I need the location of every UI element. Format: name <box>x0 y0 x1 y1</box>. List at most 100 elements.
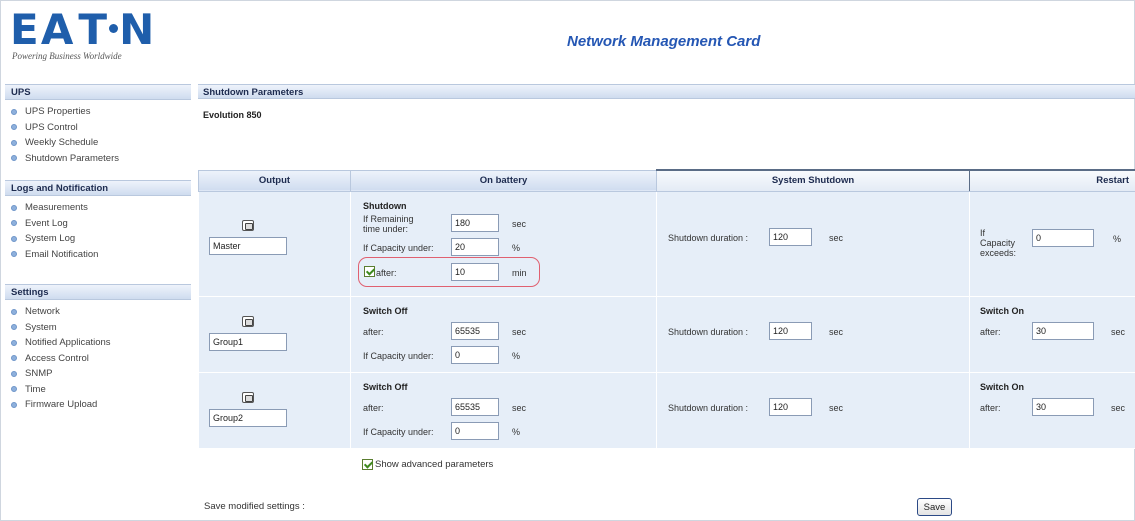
nav-item-weekly-schedule[interactable]: Weekly Schedule <box>5 135 191 151</box>
bullet-icon <box>11 235 17 242</box>
capacity-exceeds-input[interactable] <box>1032 228 1094 247</box>
table-row: Shutdown If Remaining time under: sec If… <box>198 190 1135 297</box>
remaining-time-input[interactable] <box>451 213 499 232</box>
restart-after-input[interactable] <box>1032 397 1094 416</box>
capacity-under-unit: % <box>512 350 521 361</box>
nav-item-firmware-upload[interactable]: Firmware Upload <box>5 397 191 413</box>
restart-after-label: after: <box>980 402 1001 413</box>
output-name-input[interactable] <box>209 332 287 351</box>
nav-item-system-log[interactable]: System Log <box>5 231 191 247</box>
section-title: Shutdown Parameters <box>198 84 1135 99</box>
save-button[interactable]: Save <box>917 498 952 516</box>
sidebar: UPS UPS Properties UPS Control Weekly Sc… <box>5 84 191 427</box>
restart-mode-title: Switch On <box>980 381 1025 392</box>
capacity-under-input[interactable] <box>451 345 499 364</box>
advanced-parameters-toggle[interactable]: Show advanced parameters <box>362 459 493 470</box>
nav-head-ups: UPS <box>5 84 191 100</box>
restart-after-unit: sec <box>1111 326 1126 337</box>
nav-section-logs: Logs and Notification Measurements Event… <box>5 180 191 262</box>
nav-item-time[interactable]: Time <box>5 382 191 398</box>
shutdown-duration-label: Shutdown duration : <box>668 402 749 413</box>
column-header-output: Output <box>198 169 351 192</box>
capacity-under-unit: % <box>512 426 521 437</box>
eaton-logo: E A TN Powering Business Worldwide <box>10 7 170 67</box>
capacity-under-input[interactable] <box>451 237 499 256</box>
restart-after-label: after: <box>980 326 1001 337</box>
column-header-on-battery: On battery <box>350 169 657 192</box>
shutdown-duration-unit: sec <box>829 326 844 337</box>
column-header-system-shutdown[interactable]: System Shutdown <box>656 169 970 192</box>
logo-wordmark: E A TN <box>10 5 156 54</box>
remaining-time-label: If Remaining time under: <box>363 213 414 234</box>
outlet-icon <box>242 391 254 403</box>
ups-model: Evolution 850 <box>203 110 262 120</box>
nav-item-access-control[interactable]: Access Control <box>5 351 191 367</box>
bullet-icon <box>11 220 17 227</box>
bullet-icon <box>11 155 17 162</box>
shutdown-duration-label: Shutdown duration : <box>668 232 749 243</box>
bullet-icon <box>11 386 17 393</box>
bullet-icon <box>11 108 17 115</box>
shutdown-duration-input[interactable] <box>769 397 812 416</box>
bullet-icon <box>11 308 17 315</box>
capacity-under-input[interactable] <box>451 421 499 440</box>
after-label: after: <box>363 326 384 337</box>
capacity-under-unit: % <box>512 242 521 253</box>
restart-mode-title: Switch On <box>980 305 1025 316</box>
bullet-icon <box>11 370 17 377</box>
advanced-parameters-label: Show advanced parameters <box>375 459 494 470</box>
capacity-under-label: If Capacity under: <box>363 350 434 361</box>
after-label: after: <box>376 267 397 278</box>
table-row: Switch Off after: sec If Capacity under:… <box>198 295 1135 373</box>
save-settings-label: Save modified settings : <box>204 501 305 512</box>
nav-item-email-notification[interactable]: Email Notification <box>5 247 191 263</box>
shutdown-duration-input[interactable] <box>769 227 812 246</box>
outlet-icon <box>242 315 254 327</box>
bullet-icon <box>11 124 17 131</box>
after-label: after: <box>363 402 384 413</box>
nav-head-settings: Settings <box>5 284 191 300</box>
nav-section-settings: Settings Network System Notified Applica… <box>5 284 191 413</box>
battery-mode-title: Shutdown <box>363 200 407 211</box>
battery-mode-title: Switch Off <box>363 305 408 316</box>
bullet-icon <box>11 355 17 362</box>
after-unit: sec <box>512 326 527 337</box>
nav-item-snmp[interactable]: SNMP <box>5 366 191 382</box>
shutdown-duration-unit: sec <box>829 232 844 243</box>
nav-item-system[interactable]: System <box>5 320 191 336</box>
restart-after-input[interactable] <box>1032 321 1094 340</box>
after-input[interactable] <box>451 321 499 340</box>
main-panel: Shutdown Parameters Evolution 850 Output… <box>198 84 1135 516</box>
nav-item-measurements[interactable]: Measurements <box>5 200 191 216</box>
bullet-icon <box>11 324 17 331</box>
column-header-restart[interactable]: Restart <box>969 169 1135 192</box>
capacity-exceeds-label: If Capacity exceeds: <box>980 227 1017 258</box>
output-name-input[interactable] <box>209 236 287 255</box>
shutdown-duration-unit: sec <box>829 402 844 413</box>
capacity-exceeds-unit: % <box>1113 233 1122 244</box>
bullet-icon <box>11 139 17 146</box>
output-name-input[interactable] <box>209 408 287 427</box>
nav-item-event-log[interactable]: Event Log <box>5 216 191 232</box>
nav-item-ups-properties[interactable]: UPS Properties <box>5 104 191 120</box>
shutdown-duration-label: Shutdown duration : <box>668 326 749 337</box>
after-checkbox[interactable] <box>364 265 375 277</box>
bullet-icon <box>11 339 17 346</box>
bullet-icon <box>11 204 17 211</box>
nav-item-network[interactable]: Network <box>5 304 191 320</box>
after-unit: sec <box>512 402 527 413</box>
shutdown-duration-input[interactable] <box>769 321 812 340</box>
nav-head-logs: Logs and Notification <box>5 180 191 196</box>
after-input[interactable] <box>451 262 499 281</box>
bullet-icon <box>11 401 17 408</box>
after-unit: min <box>512 267 527 278</box>
outlet-icon <box>242 219 254 231</box>
capacity-under-label: If Capacity under: <box>363 426 434 437</box>
advanced-parameters-checkbox[interactable] <box>362 459 373 470</box>
capacity-under-label: If Capacity under: <box>363 242 434 253</box>
nav-item-notified-applications[interactable]: Notified Applications <box>5 335 191 351</box>
after-input[interactable] <box>451 397 499 416</box>
shutdown-table: Output On battery System Shutdown Restar… <box>198 169 1135 449</box>
nav-item-shutdown-parameters[interactable]: Shutdown Parameters <box>5 151 191 167</box>
nav-item-ups-control[interactable]: UPS Control <box>5 120 191 136</box>
